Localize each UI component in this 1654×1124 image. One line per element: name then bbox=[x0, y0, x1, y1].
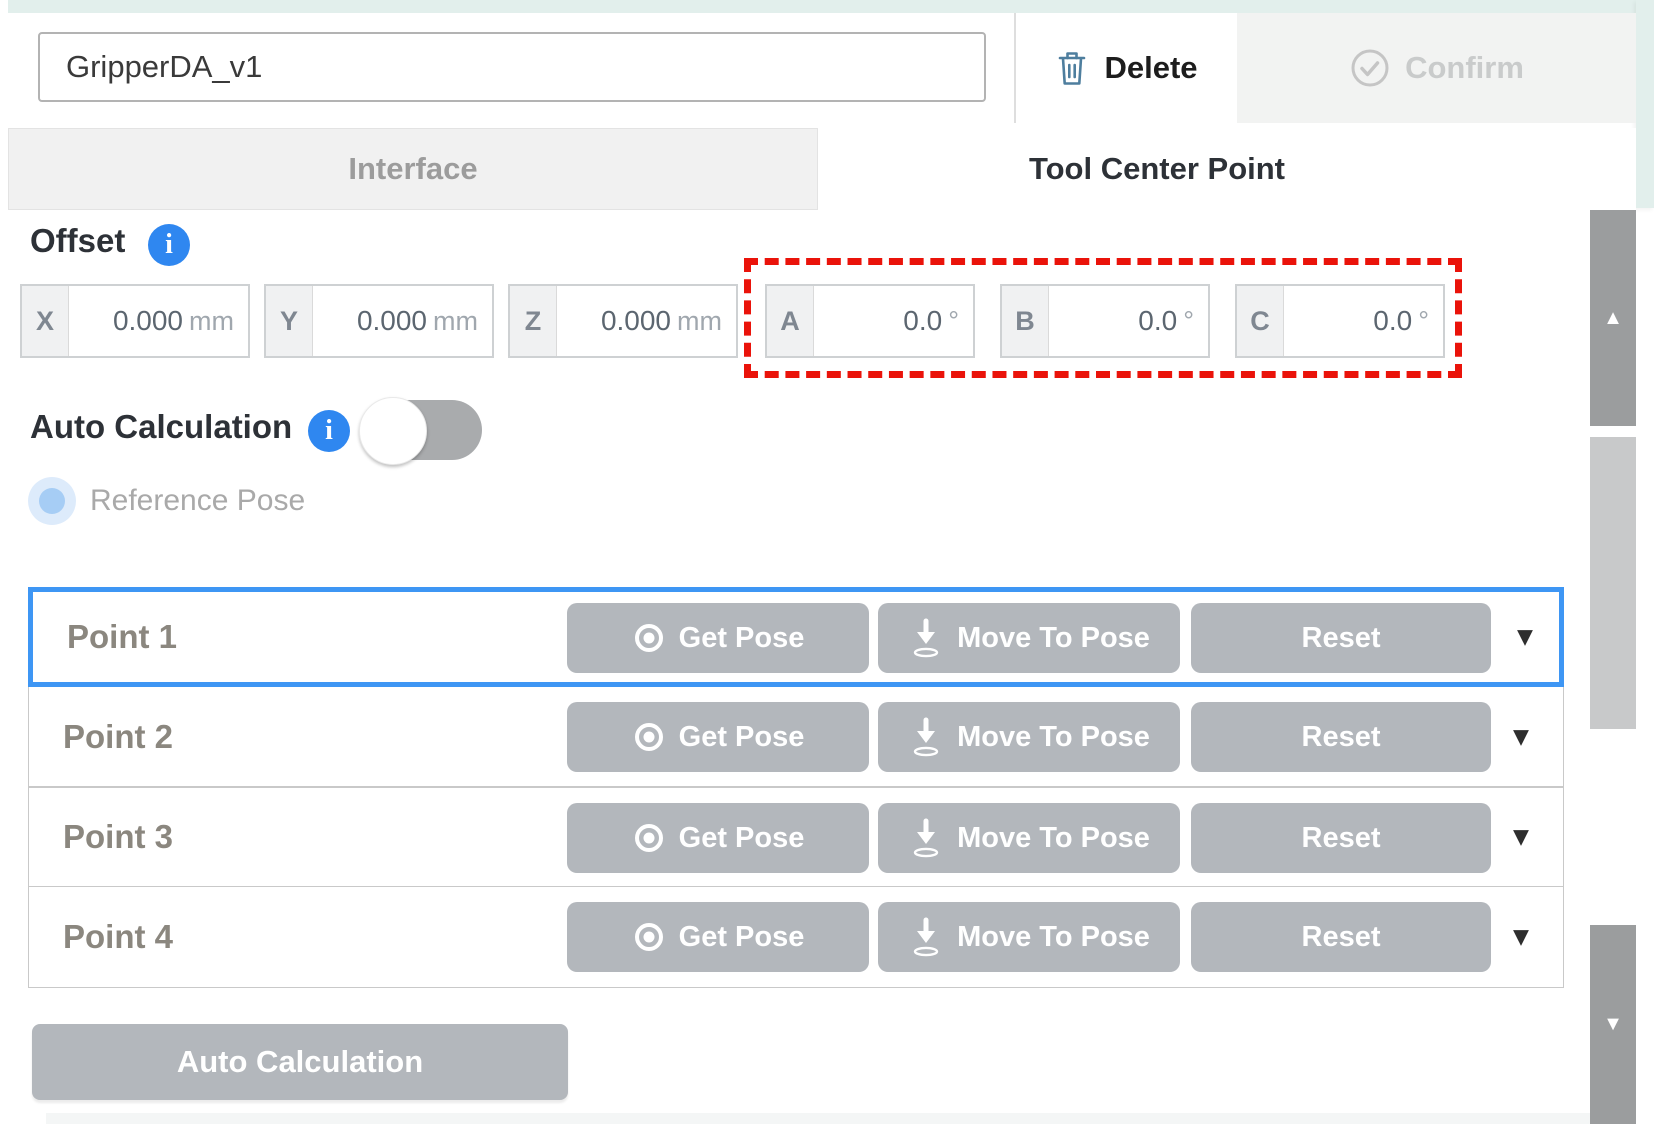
auto-calculation-toggle[interactable] bbox=[362, 400, 482, 460]
offset-field-z[interactable]: Z 0.000mm bbox=[508, 284, 738, 358]
get-pose-button[interactable]: Get Pose bbox=[567, 803, 869, 873]
get-pose-icon bbox=[632, 821, 666, 855]
reset-label: Reset bbox=[1302, 721, 1381, 754]
offset-field-x[interactable]: X 0.000mm bbox=[20, 284, 250, 358]
get-pose-icon bbox=[632, 920, 666, 954]
field-label: Z bbox=[510, 286, 557, 356]
field-unit: mm bbox=[433, 306, 478, 337]
field-value: 0.0 bbox=[1373, 305, 1412, 337]
offset-field-y[interactable]: Y 0.000mm bbox=[264, 284, 494, 358]
point-label: Point 2 bbox=[63, 718, 173, 756]
confirm-label: Confirm bbox=[1405, 50, 1524, 86]
field-unit: mm bbox=[677, 306, 722, 337]
reset-button[interactable]: Reset bbox=[1191, 603, 1491, 673]
move-to-pose-icon bbox=[908, 618, 944, 658]
auto-calculation-title: Auto Calculation bbox=[30, 408, 292, 446]
point-row-4[interactable]: Point 4 Get Pose Move To Pose Reset ▼ bbox=[28, 887, 1564, 988]
expand-arrow-icon[interactable]: ▼ bbox=[1499, 822, 1543, 853]
reference-pose-radio[interactable] bbox=[28, 477, 76, 525]
move-to-pose-icon bbox=[908, 717, 944, 757]
move-to-pose-label: Move To Pose bbox=[957, 921, 1150, 954]
point-label: Point 3 bbox=[63, 818, 173, 856]
scroll-down-icon: ▼ bbox=[1603, 1013, 1623, 1036]
offset-field-c[interactable]: C 0.0° bbox=[1235, 284, 1445, 358]
reset-label: Reset bbox=[1302, 822, 1381, 855]
field-value: 0.000 bbox=[357, 305, 427, 337]
field-label: X bbox=[22, 286, 69, 356]
scroll-up-icon: ▲ bbox=[1603, 307, 1623, 330]
reset-button[interactable]: Reset bbox=[1191, 803, 1491, 873]
field-unit: ° bbox=[1418, 306, 1429, 337]
move-to-pose-label: Move To Pose bbox=[957, 721, 1150, 754]
tab-interface-label: Interface bbox=[348, 151, 477, 187]
move-to-pose-icon bbox=[908, 917, 944, 957]
get-pose-label: Get Pose bbox=[679, 622, 805, 655]
delete-label: Delete bbox=[1104, 50, 1197, 86]
field-value: 0.000 bbox=[113, 305, 183, 337]
offset-title: Offset bbox=[30, 222, 125, 260]
offset-field-a[interactable]: A 0.0° bbox=[765, 284, 975, 358]
move-to-pose-icon bbox=[908, 818, 944, 858]
confirm-check-icon bbox=[1349, 47, 1391, 89]
tab-tool-center-point[interactable]: Tool Center Point bbox=[818, 128, 1636, 210]
offset-info-icon[interactable]: i bbox=[148, 224, 190, 266]
get-pose-button[interactable]: Get Pose bbox=[567, 702, 869, 772]
get-pose-label: Get Pose bbox=[679, 921, 805, 954]
expand-arrow-icon[interactable]: ▼ bbox=[1499, 922, 1543, 953]
field-unit: mm bbox=[189, 306, 234, 337]
field-value: 0.0 bbox=[1138, 305, 1177, 337]
get-pose-button[interactable]: Get Pose bbox=[567, 902, 869, 972]
field-unit: ° bbox=[948, 306, 959, 337]
get-pose-button[interactable]: Get Pose bbox=[567, 603, 869, 673]
get-pose-label: Get Pose bbox=[679, 721, 805, 754]
expand-arrow-icon[interactable]: ▼ bbox=[1503, 622, 1547, 653]
reference-pose-label: Reference Pose bbox=[90, 477, 305, 525]
move-to-pose-label: Move To Pose bbox=[957, 622, 1150, 655]
top-accent-bar bbox=[8, 0, 1654, 13]
field-unit: ° bbox=[1183, 306, 1194, 337]
tab-interface[interactable]: Interface bbox=[8, 128, 818, 210]
reset-button[interactable]: Reset bbox=[1191, 702, 1491, 772]
trash-icon bbox=[1055, 48, 1089, 88]
scrollbar-track[interactable] bbox=[1590, 437, 1636, 729]
point-row-3[interactable]: Point 3 Get Pose Move To Pose Reset ▼ bbox=[28, 787, 1564, 887]
field-value: 0.000 bbox=[601, 305, 671, 337]
right-accent-bar bbox=[1636, 0, 1654, 208]
get-pose-icon bbox=[632, 720, 666, 754]
toggle-knob bbox=[359, 397, 427, 465]
field-value: 0.0 bbox=[903, 305, 942, 337]
tool-name-input[interactable] bbox=[38, 32, 986, 102]
scroll-up-button[interactable]: ▲ bbox=[1590, 210, 1636, 426]
point-label: Point 1 bbox=[67, 618, 177, 656]
move-to-pose-button[interactable]: Move To Pose bbox=[878, 702, 1180, 772]
move-to-pose-label: Move To Pose bbox=[957, 822, 1150, 855]
point-row-2[interactable]: Point 2 Get Pose Move To Pose Reset ▼ bbox=[28, 687, 1564, 787]
move-to-pose-button[interactable]: Move To Pose bbox=[878, 902, 1180, 972]
tab-tool-center-point-label: Tool Center Point bbox=[1029, 151, 1285, 187]
bottom-strip bbox=[46, 1113, 1590, 1124]
field-label: B bbox=[1002, 286, 1049, 356]
point-label: Point 4 bbox=[63, 918, 173, 956]
field-label: A bbox=[767, 286, 814, 356]
delete-button[interactable]: Delete bbox=[1016, 13, 1237, 123]
tool-settings-panel: Delete Confirm Interface Tool Center Poi… bbox=[0, 0, 1654, 1124]
auto-calculation-info-icon[interactable]: i bbox=[308, 410, 350, 452]
field-label: C bbox=[1237, 286, 1284, 356]
auto-calculation-button[interactable]: Auto Calculation bbox=[32, 1024, 568, 1100]
reset-label: Reset bbox=[1302, 921, 1381, 954]
move-to-pose-button[interactable]: Move To Pose bbox=[878, 603, 1180, 673]
reset-label: Reset bbox=[1302, 622, 1381, 655]
point-row-1[interactable]: Point 1 Get Pose Move To Pose Reset ▼ bbox=[28, 587, 1564, 687]
reset-button[interactable]: Reset bbox=[1191, 902, 1491, 972]
expand-arrow-icon[interactable]: ▼ bbox=[1499, 721, 1543, 752]
scroll-down-button[interactable]: ▼ bbox=[1590, 925, 1636, 1124]
offset-field-b[interactable]: B 0.0° bbox=[1000, 284, 1210, 358]
radio-dot bbox=[39, 488, 65, 514]
move-to-pose-button[interactable]: Move To Pose bbox=[878, 803, 1180, 873]
field-label: Y bbox=[266, 286, 313, 356]
confirm-button[interactable]: Confirm bbox=[1237, 13, 1636, 123]
get-pose-icon bbox=[632, 621, 666, 655]
get-pose-label: Get Pose bbox=[679, 822, 805, 855]
